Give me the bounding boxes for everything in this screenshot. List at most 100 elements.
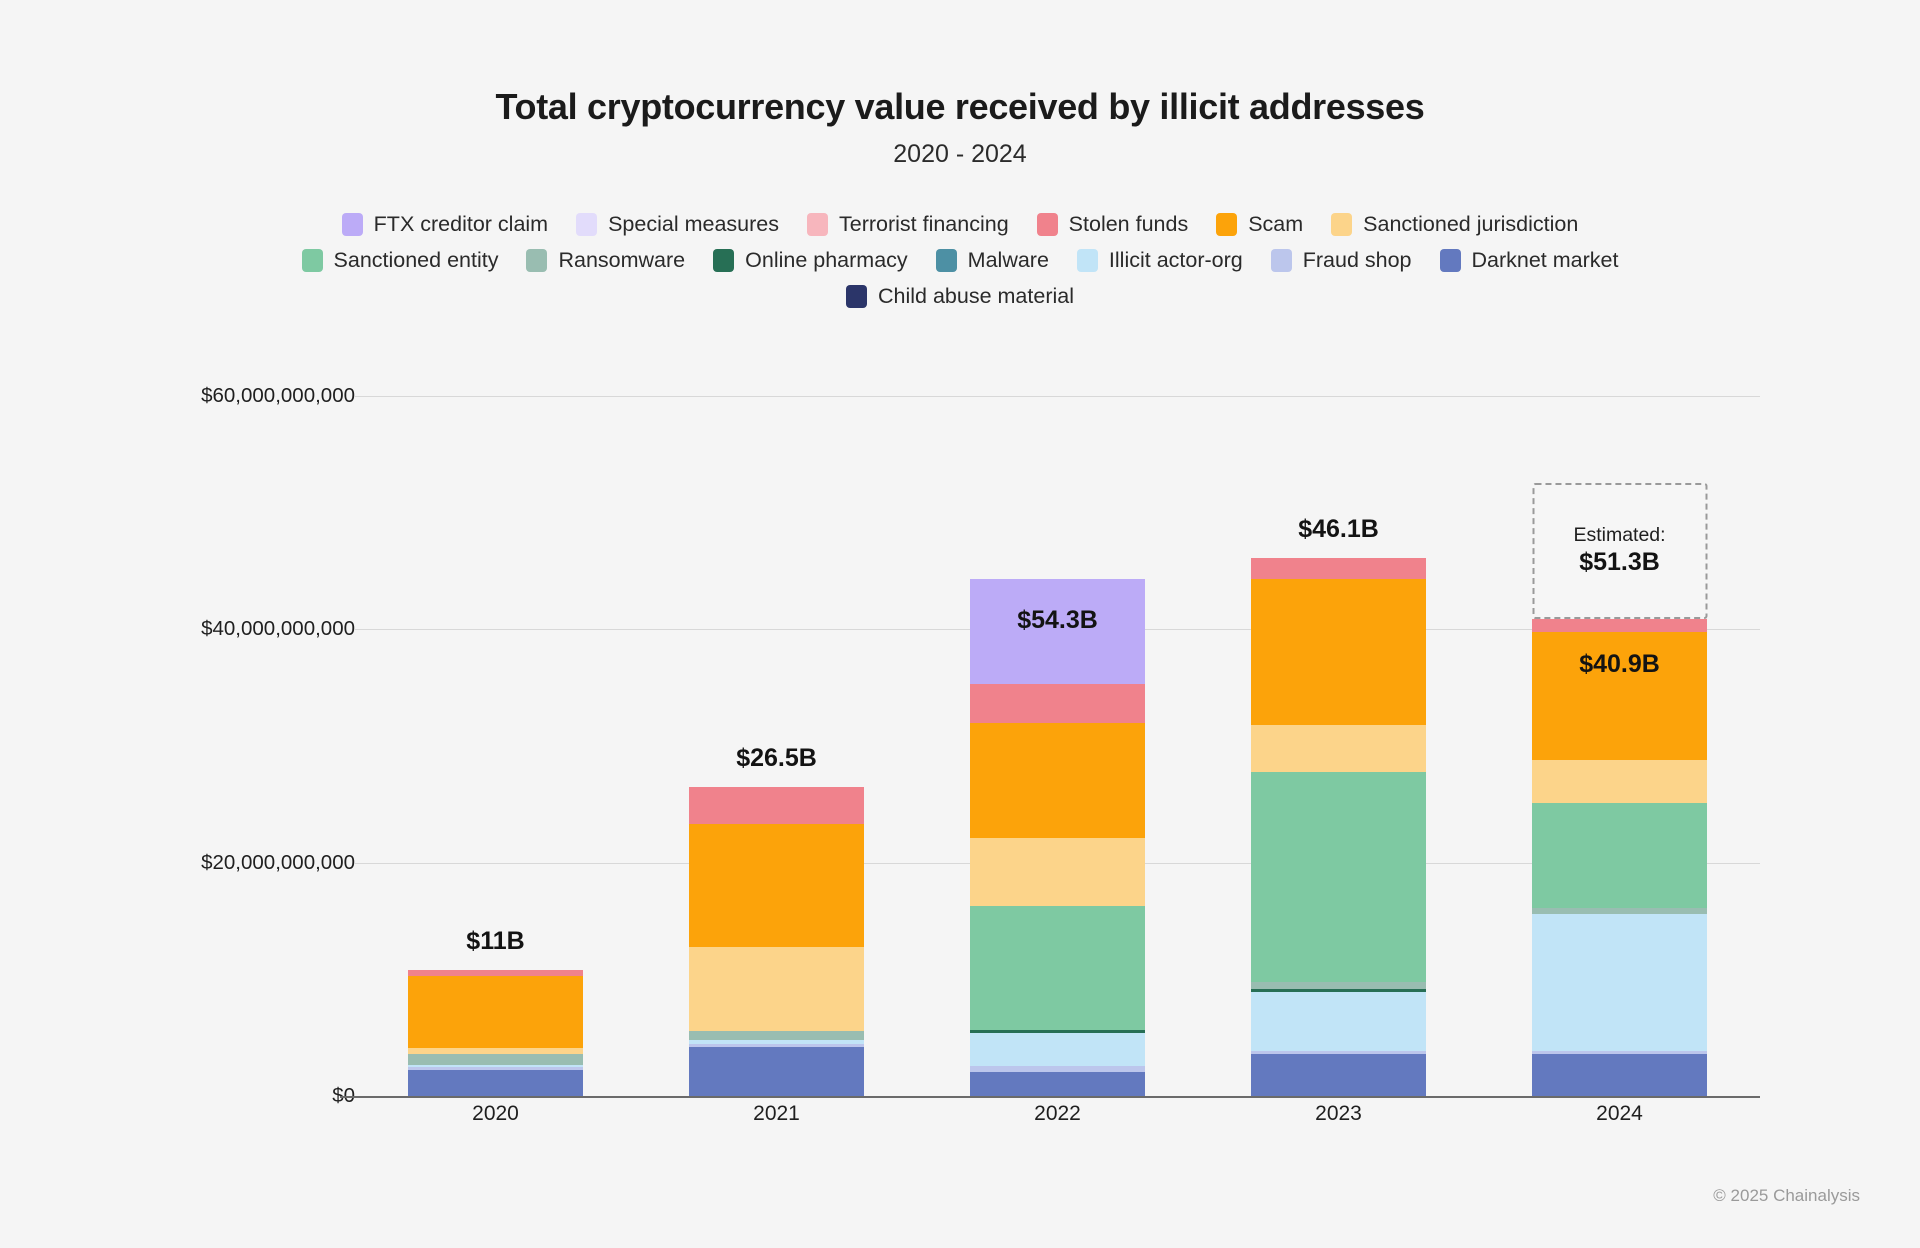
y-axis-tick-label: $20,000,000,000 <box>201 850 355 874</box>
bar-segment-sanctioned-jurisdiction[interactable] <box>1532 760 1707 804</box>
legend-swatch-icon <box>301 248 323 272</box>
legend-swatch-icon <box>846 284 867 308</box>
bar-group-2024[interactable]: $40.9B Estimated: $51.3B <box>1532 388 1707 1096</box>
legend-row-2: Sanctioned entity Ransomware Online pharma… <box>150 247 1770 272</box>
bar-group-2020[interactable]: $11B <box>408 388 583 1096</box>
bar-value-label-2023: $46.1B <box>1298 515 1379 544</box>
legend-swatch-icon <box>1036 212 1058 236</box>
legend-item-scam[interactable]: Scam <box>1216 211 1304 236</box>
bar-segment-darknet-market[interactable] <box>1532 1054 1707 1096</box>
legend-item-illicit-actor-org[interactable]: Illicit actor-org <box>1076 247 1243 272</box>
bar-segment-sanctioned-jurisdiction[interactable] <box>689 946 864 1031</box>
bar-segment-ransomware[interactable] <box>408 1054 583 1065</box>
bar-value-label-2021: $26.5B <box>736 743 817 772</box>
legend-item-malware[interactable]: Malware <box>935 247 1049 272</box>
bar-stack <box>689 786 864 1096</box>
estimated-total-box: Estimated: $51.3B <box>1532 482 1707 619</box>
legend-item-special-measures[interactable]: Special measures <box>576 211 779 236</box>
bar-stack <box>1532 618 1707 1096</box>
x-axis-tick-2024: 2024 <box>1596 1102 1643 1125</box>
legend-item-label: Child abuse material <box>878 283 1074 308</box>
legend-item-terrorist-financing[interactable]: Terrorist financing <box>806 211 1009 236</box>
legend-item-label: Fraud shop <box>1302 247 1412 272</box>
legend-item-label: Terrorist financing <box>838 211 1009 236</box>
estimated-caption: Estimated: <box>1573 523 1666 546</box>
legend-swatch-icon <box>1216 212 1238 236</box>
legend-item-label: Illicit actor-org <box>1108 247 1243 272</box>
legend-item-label: FTX creditor claim <box>373 211 549 236</box>
legend-swatch-icon <box>526 248 548 272</box>
legend-item-label: Sanctioned jurisdiction <box>1363 211 1579 236</box>
bar-value-label-2020: $11B <box>466 927 525 955</box>
legend-item-label: Scam <box>1248 211 1304 236</box>
legend-row-1: FTX creditor claim Special measures Terror… <box>150 211 1770 236</box>
bar-segment-ransomware[interactable] <box>689 1030 864 1040</box>
legend-item-label: Ransomware <box>558 247 686 272</box>
bar-segment-sanctioned-entity[interactable] <box>1532 803 1707 909</box>
chart-title: Total cryptocurrency value received by i… <box>495 86 1425 127</box>
bar-stack <box>970 579 1145 1096</box>
bar-segment-darknet-market[interactable] <box>408 1070 583 1096</box>
chart-subtitle: 2020 - 2024 <box>893 140 1027 169</box>
bar-segment-stolen-funds[interactable] <box>1251 558 1426 580</box>
legend-item-label: Special measures <box>608 211 779 236</box>
bar-segment-sanctioned-entity[interactable] <box>1251 771 1426 982</box>
bar-segment-darknet-market[interactable] <box>689 1047 864 1096</box>
legend-item-ftx-creditor-claim[interactable]: FTX creditor claim <box>341 211 549 236</box>
bar-group-2021[interactable]: $26.5B <box>689 388 864 1096</box>
legend-swatch-icon <box>1331 212 1353 236</box>
x-axis-tick-2023: 2023 <box>1315 1102 1362 1125</box>
bar-segment-stolen-funds[interactable] <box>689 786 864 825</box>
bar-segment-illicit-actor-org[interactable] <box>1251 992 1426 1051</box>
chart-plot-area: $0 $20,000,000,000 $40,000,000,000 $60,000,… <box>0 384 1920 1107</box>
bar-segment-darknet-market[interactable] <box>970 1071 1145 1096</box>
bar-stack <box>408 970 583 1096</box>
legend-swatch-icon <box>341 212 363 236</box>
copyright-footer: © 2025 Chainalysis <box>1713 1186 1860 1205</box>
bar-segment-illicit-actor-org[interactable] <box>1532 914 1707 1051</box>
legend-item-label: Malware <box>967 247 1049 272</box>
bar-segment-scam[interactable] <box>689 824 864 947</box>
bar-segment-ftx-creditor-claim[interactable] <box>970 579 1145 685</box>
legend-item-label: Stolen funds <box>1068 211 1189 236</box>
chart-header: Total cryptocurrency value received by i… <box>0 0 1920 169</box>
bars-layer: $11B $26.5B $54.3B $46.1B $40.9B Estimated: $5… <box>355 388 1760 1096</box>
bar-stack <box>1251 558 1426 1096</box>
x-axis-tick-2020: 2020 <box>472 1102 519 1125</box>
legend-item-child-abuse-material[interactable]: Child abuse material <box>846 283 1074 308</box>
legend-item-ransomware[interactable]: Ransomware <box>526 247 686 272</box>
bar-group-2023[interactable]: $46.1B <box>1251 388 1426 1096</box>
bar-segment-scam[interactable] <box>970 722 1145 839</box>
legend-item-fraud-shop[interactable]: Fraud shop <box>1270 247 1412 272</box>
legend-item-label: Darknet market <box>1471 247 1619 272</box>
x-axis-baseline <box>340 1096 1760 1098</box>
legend-swatch-icon <box>1270 248 1292 272</box>
bar-segment-ransomware[interactable] <box>1251 981 1426 989</box>
legend-swatch-icon <box>713 248 735 272</box>
bar-segment-stolen-funds[interactable] <box>1532 618 1707 632</box>
legend-item-label: Sanctioned entity <box>333 247 499 272</box>
bar-segment-scam[interactable] <box>408 975 583 1049</box>
legend-item-darknet-market[interactable]: Darknet market <box>1439 247 1619 272</box>
legend-swatch-icon <box>1439 248 1461 272</box>
legend-item-sanctioned-entity[interactable]: Sanctioned entity <box>301 247 499 272</box>
bar-segment-sanctioned-jurisdiction[interactable] <box>970 838 1145 906</box>
y-axis-tick-label: $60,000,000,000 <box>201 384 355 407</box>
bar-segment-scam[interactable] <box>1532 631 1707 761</box>
bar-segment-sanctioned-jurisdiction[interactable] <box>1251 725 1426 772</box>
legend-item-online-pharmacy[interactable]: Online pharmacy <box>713 248 908 272</box>
bar-segment-sanctioned-entity[interactable] <box>970 905 1145 1030</box>
legend-row-3: Child abuse material <box>150 283 1770 308</box>
chart-legend: FTX creditor claim Special measures Terror… <box>150 211 1770 308</box>
y-axis-tick-label: $40,000,000,000 <box>201 617 355 641</box>
legend-item-sanctioned-jurisdiction[interactable]: Sanctioned jurisdiction <box>1331 211 1579 236</box>
bar-group-2022[interactable]: $54.3B <box>970 388 1145 1096</box>
bar-segment-darknet-market[interactable] <box>1251 1054 1426 1096</box>
bar-segment-scam[interactable] <box>1251 579 1426 726</box>
x-axis-tick-2021: 2021 <box>753 1102 800 1125</box>
bar-segment-illicit-actor-org[interactable] <box>970 1033 1145 1066</box>
bar-segment-stolen-funds[interactable] <box>970 684 1145 723</box>
legend-swatch-icon <box>935 248 957 272</box>
legend-item-stolen-funds[interactable]: Stolen funds <box>1036 211 1189 236</box>
legend-swatch-icon <box>1076 248 1098 272</box>
